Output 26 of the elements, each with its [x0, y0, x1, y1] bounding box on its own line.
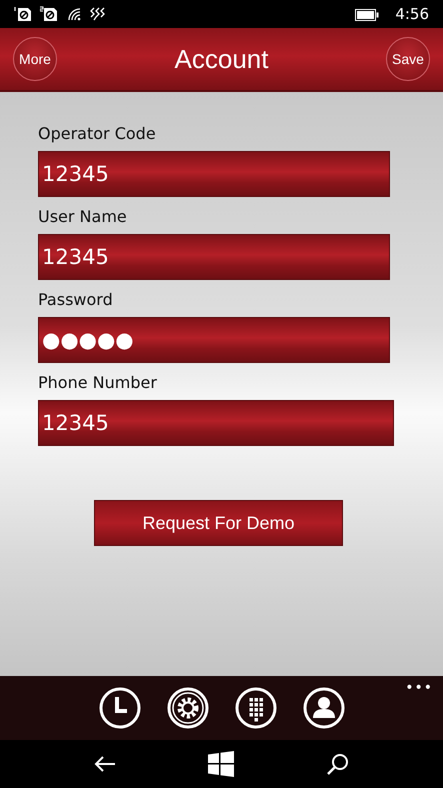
sim-card-icon	[14, 6, 32, 22]
back-arrow-icon[interactable]	[94, 756, 116, 772]
field-label: User Name	[38, 206, 128, 228]
input-field[interactable]: 12345	[38, 151, 390, 197]
more-button[interactable]: More	[13, 37, 57, 81]
battery-icon	[355, 8, 380, 21]
wifi-icon	[66, 6, 82, 22]
input-field[interactable]: 12345	[38, 400, 394, 446]
input-field[interactable]: ●●●●●	[38, 317, 390, 363]
sim-card-icon	[40, 6, 58, 22]
request-demo-button[interactable]: Request For Demo	[94, 500, 343, 546]
vibrate-icon	[90, 6, 106, 22]
input-field[interactable]: 12345	[38, 234, 390, 280]
field-label: Password	[38, 289, 114, 311]
settings-icon[interactable]	[166, 686, 210, 730]
clock-icon[interactable]	[98, 686, 142, 730]
person-icon[interactable]	[302, 686, 346, 730]
clock-time: 4:56	[395, 4, 429, 25]
windows-logo-icon[interactable]	[208, 751, 234, 777]
keypad-icon[interactable]	[234, 686, 278, 730]
field-label: Phone Number	[38, 372, 158, 394]
save-button[interactable]: Save	[386, 37, 430, 81]
search-icon[interactable]	[326, 753, 349, 775]
field-label: Operator Code	[38, 123, 157, 145]
more-options-button[interactable]: •••	[405, 678, 433, 699]
page-title: Account	[174, 42, 268, 76]
